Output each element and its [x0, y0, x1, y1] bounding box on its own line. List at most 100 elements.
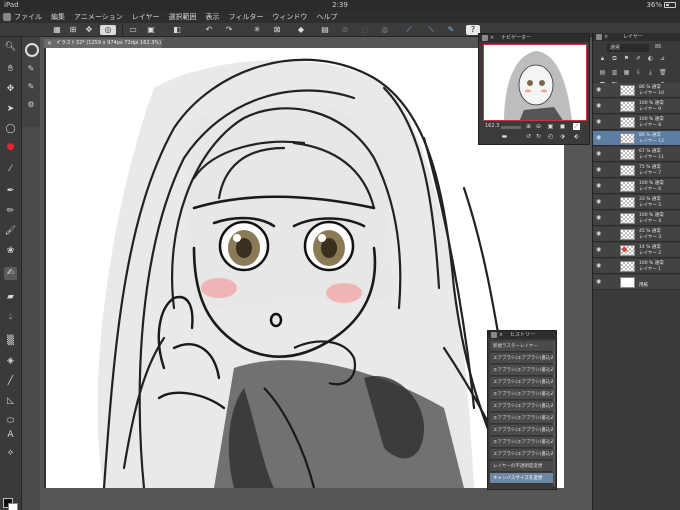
history-scrollbar[interactable]: [553, 341, 555, 486]
layer-row[interactable]: ◉ 100 % 通常 レイヤー 9: [593, 99, 680, 114]
eye-icon[interactable]: ◉: [596, 167, 602, 173]
eye-icon[interactable]: ◉: [596, 215, 602, 221]
grid-icon[interactable]: ▦: [52, 25, 62, 35]
merge-down-icon[interactable]: ⤓: [647, 69, 654, 76]
color-wheel-icon[interactable]: ●: [4, 141, 17, 154]
zoom-tool-icon[interactable]: 🔍︎: [4, 41, 17, 54]
hand-tool-icon[interactable]: ✋︎: [4, 63, 17, 76]
menu-item[interactable]: ファイル: [14, 11, 42, 23]
reset-rotation-icon[interactable]: ◴: [547, 133, 554, 140]
brush-size-indicator-icon[interactable]: [25, 43, 39, 57]
eye-icon[interactable]: ◉: [596, 231, 602, 237]
eyedropper-tool-icon[interactable]: ⁄: [4, 163, 17, 176]
new-canvas-icon[interactable]: ⊞: [68, 25, 78, 35]
opacity-value[interactable]: 86: [655, 44, 661, 50]
ruler-icon[interactable]: ⟋: [404, 25, 414, 35]
layer-row[interactable]: ◉ 86 % 通常 レイヤー 12: [593, 131, 680, 146]
layer-row[interactable]: ◉ 14 % 通常 レイヤー 2: [593, 243, 680, 258]
eye-icon[interactable]: ◉: [596, 151, 602, 157]
history-item[interactable]: エアブラシ(エアブラシ)書込み: [490, 437, 554, 448]
layer-row[interactable]: ◉ 用紙: [593, 275, 680, 290]
eye-icon[interactable]: ◉: [596, 279, 602, 285]
close-icon[interactable]: ×: [490, 34, 494, 42]
figure-tool-icon[interactable]: ╱: [4, 375, 17, 388]
layer-row[interactable]: ◉ 86 % 通常 レイヤー 10: [593, 83, 680, 98]
lasso-tool-icon[interactable]: ◯: [4, 123, 17, 136]
layer-row[interactable]: ◉ 100 % 通常 レイヤー 6: [593, 179, 680, 194]
rotate-left-icon[interactable]: ↺: [525, 133, 532, 140]
close-icon[interactable]: ×: [499, 331, 503, 339]
menu-item[interactable]: ヘルプ: [316, 11, 337, 23]
mask-icon[interactable]: ◐: [647, 55, 654, 62]
invert-icon[interactable]: ◍: [380, 25, 390, 35]
layer-row[interactable]: ◉ 100 % 通常 レイヤー 4: [593, 211, 680, 226]
eye-icon[interactable]: ◉: [596, 119, 602, 125]
eye-icon[interactable]: ◉: [596, 199, 602, 205]
menu-item[interactable]: フィルター: [229, 11, 264, 23]
history-item[interactable]: エアブラシ(エアブラシ)書込み: [490, 365, 554, 376]
new-folder-icon[interactable]: ▦: [623, 69, 630, 76]
history-item[interactable]: レイヤーの不透明度変更: [490, 461, 554, 472]
sub-tool-1-icon[interactable]: ✎: [25, 63, 37, 75]
layer-row[interactable]: ◉ 100 % 通常 レイヤー 8: [593, 115, 680, 130]
zoom-in-icon[interactable]: ⊕: [525, 123, 532, 130]
transform-icon[interactable]: ✥: [84, 25, 94, 35]
new-raster-layer-icon[interactable]: ▤: [599, 69, 606, 76]
blend-mode-select[interactable]: 通常: [607, 44, 649, 52]
menu-item[interactable]: ウィンドウ: [272, 11, 307, 23]
history-item[interactable]: エアブラシ(エアブラシ)書込み: [490, 413, 554, 424]
clear-icon[interactable]: ⊠: [272, 25, 282, 35]
brush-tool-icon[interactable]: 🖌︎: [4, 225, 17, 238]
app-icon[interactable]: [3, 13, 11, 21]
redo-icon[interactable]: ↷: [224, 25, 234, 35]
lock-icon[interactable]: 🔒︎: [599, 55, 606, 62]
actual-size-icon[interactable]: ◼: [559, 123, 566, 130]
flip-horizontal-icon[interactable]: ⬗: [559, 133, 566, 140]
eraser-icon[interactable]: ◆: [296, 25, 306, 35]
layer-row[interactable]: ◉ 75 % 通常 レイヤー 7: [593, 163, 680, 178]
selection-off-icon[interactable]: ⊘: [340, 25, 350, 35]
text-tool-icon[interactable]: A: [4, 429, 17, 442]
rotation-slider-icon[interactable]: ▬: [501, 133, 508, 140]
close-icon[interactable]: ×: [47, 39, 52, 48]
fill-tool-icon[interactable]: ◈: [4, 355, 17, 368]
history-item[interactable]: エアブラシ(エアブラシ)書込み: [490, 377, 554, 388]
history-item[interactable]: キャンバスサイズを変更: [490, 473, 554, 484]
brush-target-icon[interactable]: ◎: [100, 25, 116, 35]
fit-window-icon[interactable]: ▣: [547, 123, 554, 130]
delete-layer-icon[interactable]: 🗑︎: [659, 69, 667, 76]
eye-icon[interactable]: ◉: [596, 135, 602, 141]
ruler-tool-icon[interactable]: ◺: [4, 395, 17, 408]
zoom-out-icon[interactable]: ⊖: [535, 123, 542, 130]
history-item[interactable]: エアブラシ(エアブラシ)書込み: [490, 353, 554, 364]
menu-item[interactable]: レイヤー: [132, 11, 160, 23]
export-icon[interactable]: ◧: [172, 25, 182, 35]
menu-item[interactable]: 選択範囲: [169, 11, 197, 23]
zoom-slider[interactable]: [501, 126, 521, 129]
eye-icon[interactable]: ◉: [596, 103, 602, 109]
eye-icon[interactable]: ◉: [596, 263, 602, 269]
history-item[interactable]: エアブラシ(エアブラシ)書込み: [490, 389, 554, 400]
history-item[interactable]: エアブラシ(エアブラシ)書込み: [490, 401, 554, 412]
airbrush-tool-icon[interactable]: ✍: [4, 267, 17, 280]
navigator-preview[interactable]: [483, 44, 587, 121]
pen-pressure-icon[interactable]: ✎: [446, 25, 456, 35]
menu-item[interactable]: 表示: [206, 11, 220, 23]
history-item[interactable]: エアブラシ(エアブラシ)書込み: [490, 449, 554, 460]
undo-icon[interactable]: ↶: [204, 25, 214, 35]
sub-tool-2-icon[interactable]: ✎: [25, 81, 37, 93]
history-item[interactable]: 新規ラスターレイヤー: [490, 341, 554, 352]
document-tab[interactable]: × イラスト32* (1259 x 974px 72dpi 162.3%): [44, 39, 162, 48]
shape-tool-icon[interactable]: ⬭: [4, 415, 17, 428]
eye-icon[interactable]: ◉: [596, 183, 602, 189]
blend-tool-icon[interactable]: 💧︎: [4, 311, 17, 324]
draft-icon[interactable]: ✐: [635, 55, 642, 62]
menu-item[interactable]: アニメーション: [74, 11, 123, 23]
flip-icon[interactable]: ⟋: [573, 123, 580, 130]
panel-menu-icon[interactable]: [491, 332, 497, 338]
close-icon[interactable]: ×: [604, 33, 608, 41]
layer-row[interactable]: ◉ 67 % 通常 レイヤー 11: [593, 147, 680, 162]
gradient-tool-icon[interactable]: ▒: [4, 335, 17, 348]
pencil-tool-icon[interactable]: ✏: [4, 205, 17, 218]
save-icon[interactable]: ▣: [146, 25, 156, 35]
